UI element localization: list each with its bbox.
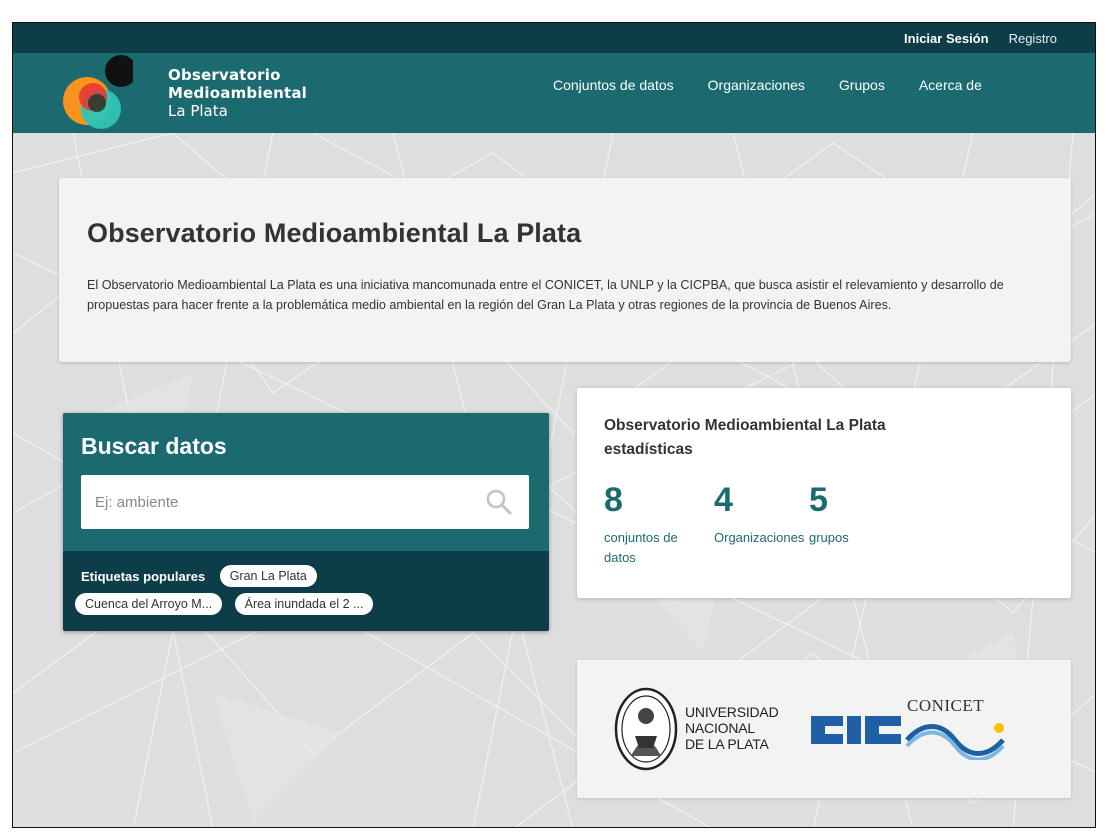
masthead: Observatorio Medioambiental La Plata Con… [13, 53, 1095, 133]
search-box [81, 475, 529, 529]
stat-organizations[interactable]: 4 Organizaciones [714, 480, 824, 548]
brand-line-3: La Plata [168, 102, 228, 120]
stat-value: 5 [809, 481, 828, 519]
unlp-seal-icon [614, 687, 678, 771]
hero-card: Observatorio Medioambiental La Plata El … [59, 178, 1071, 362]
stats-title-line-1: Observatorio Medioambiental La Plata [604, 417, 886, 434]
hero-title: Observatorio Medioambiental La Plata [87, 218, 582, 248]
search-input[interactable] [81, 475, 485, 529]
nav-groups[interactable]: Grupos [839, 77, 885, 93]
brand-line-1: Observatorio [168, 66, 281, 84]
brand-line-2: Medioambiental [168, 84, 308, 102]
popular-tags-label: Etiquetas populares [81, 568, 206, 584]
site-brand[interactable]: Observatorio Medioambiental La Plata [168, 66, 307, 120]
stats-card: Observatorio Medioambiental La Plata est… [577, 388, 1071, 598]
cic-logo-icon [811, 716, 901, 744]
search-module: Buscar datos Etiquetas populares Gran La… [63, 413, 549, 631]
stat-datasets[interactable]: 8 conjuntos de datos [604, 480, 704, 568]
tag-pill[interactable]: Área inundada el 2 ... [234, 593, 374, 615]
tag-pill[interactable]: Cuenca del Arroyo M... [75, 593, 223, 615]
browser-viewport: Iniciar Sesión Registro Observatorio Med… [12, 22, 1096, 828]
login-link[interactable]: Iniciar Sesión [894, 31, 999, 46]
unlp-line: UNIVERSIDAD [685, 704, 779, 720]
nav-datasets[interactable]: Conjuntos de datos [553, 77, 674, 93]
stat-label: Organizaciones [714, 530, 805, 545]
hero-description: El Observatorio Medioambiental La Plata … [87, 278, 1004, 312]
stats-title: Observatorio Medioambiental La Plata est… [604, 414, 1004, 462]
conicet-logo-icon [905, 723, 1005, 760]
stats-title-line-2: estadísticas [604, 441, 693, 458]
stat-groups[interactable]: 5 grupos [809, 480, 889, 548]
stat-label: grupos [809, 530, 849, 545]
conicet-logo-text: CONICET [907, 696, 985, 715]
main-nav: Conjuntos de datos Organizaciones Grupos… [553, 77, 1016, 93]
nav-organizations[interactable]: Organizaciones [708, 77, 805, 93]
tag-pill[interactable]: Gran La Plata [219, 565, 317, 587]
search-title: Buscar datos [81, 433, 227, 459]
nav-about[interactable]: Acerca de [919, 77, 982, 93]
register-link[interactable]: Registro [999, 31, 1067, 46]
search-header: Buscar datos [63, 413, 549, 551]
account-bar: Iniciar Sesión Registro [13, 23, 1095, 53]
search-icon[interactable] [485, 488, 513, 516]
tags-row: Cuenca del Arroyo M... Área inundada el … [75, 593, 541, 615]
unlp-logo-text: UNIVERSIDAD NACIONAL DE LA PLATA [685, 704, 779, 752]
stat-label: conjuntos de datos [604, 530, 678, 565]
stat-value: 4 [714, 481, 733, 519]
unlp-line: NACIONAL [685, 720, 755, 736]
stat-value: 8 [604, 481, 623, 519]
partner-logos: UNIVERSIDAD NACIONAL DE LA PLATA CONICET [577, 660, 1071, 798]
site-logo[interactable] [57, 53, 133, 129]
unlp-line: DE LA PLATA [685, 736, 769, 752]
popular-tags: Etiquetas populares Gran La Plata Cuenca… [75, 565, 541, 615]
